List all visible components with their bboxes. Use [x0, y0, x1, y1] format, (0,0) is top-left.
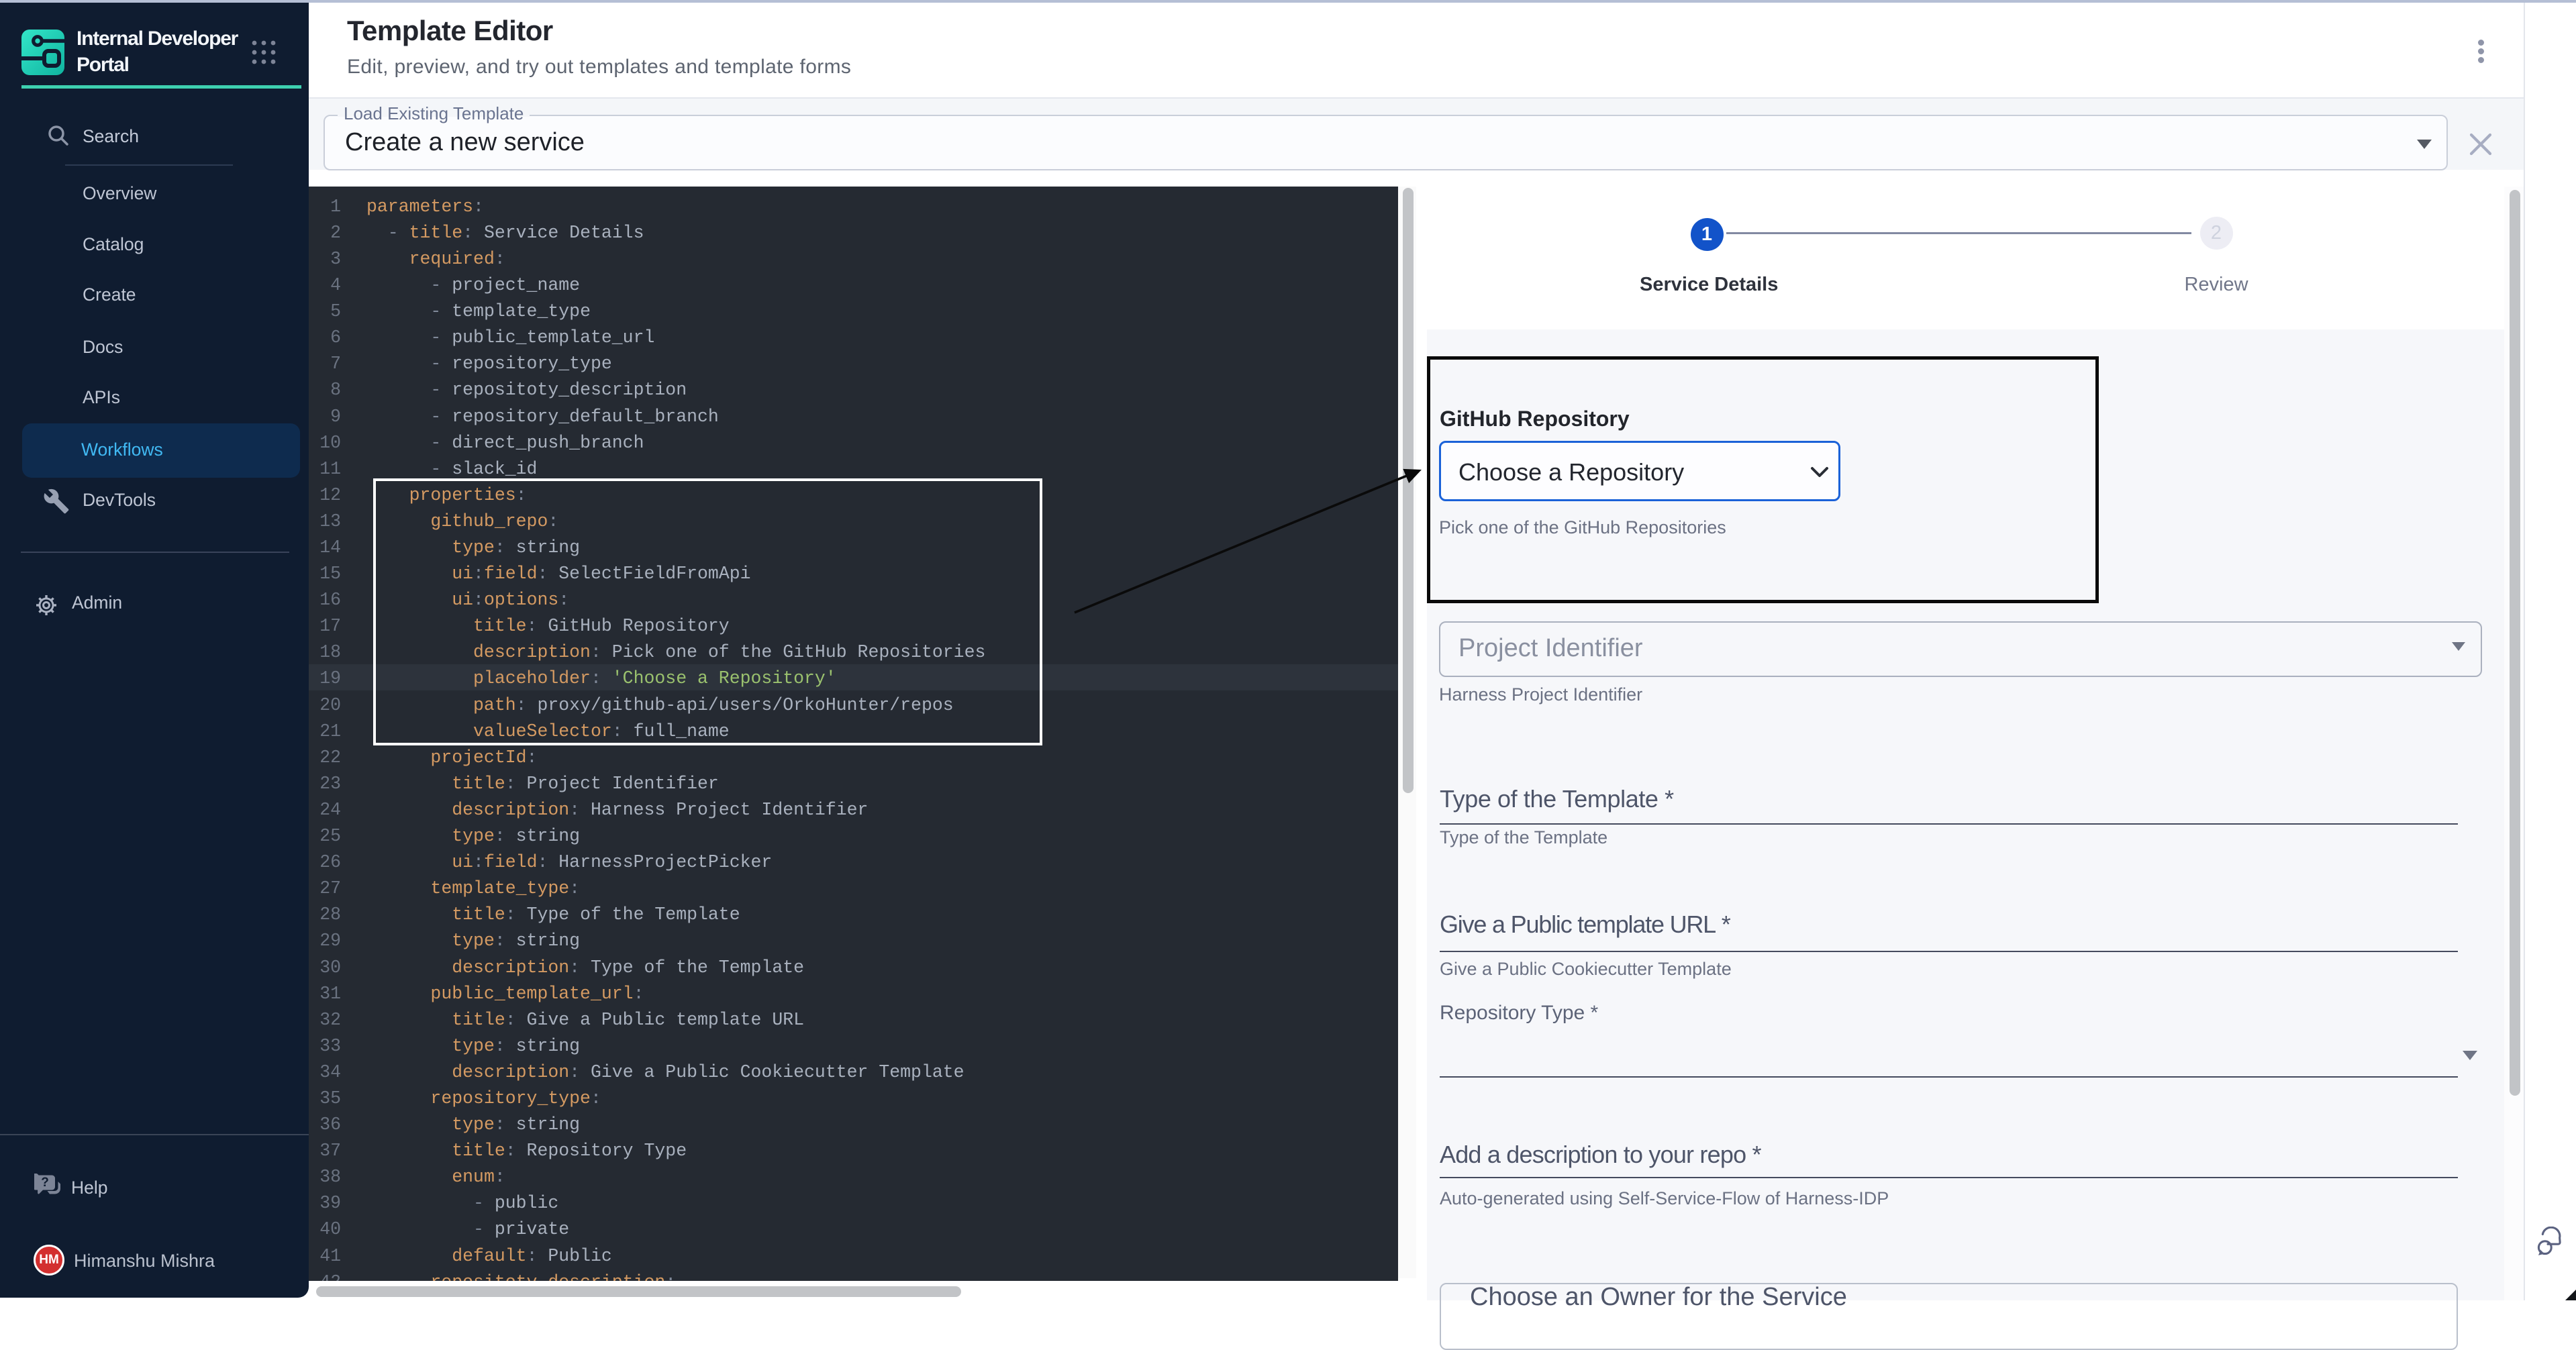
svg-text:?: ?	[41, 1176, 49, 1190]
